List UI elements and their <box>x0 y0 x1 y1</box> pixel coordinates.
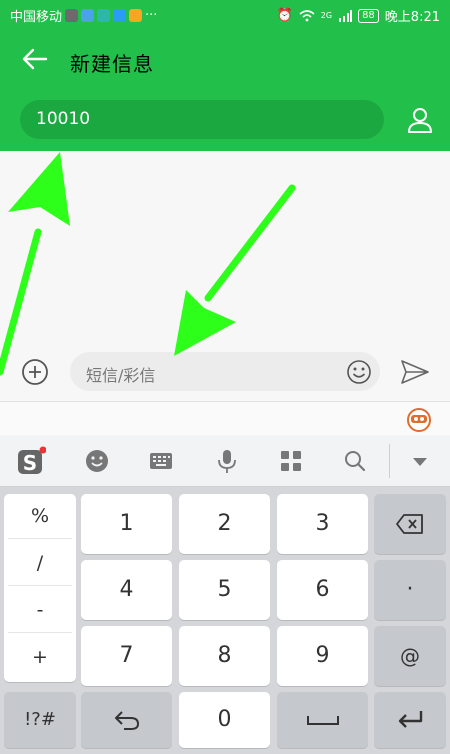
key-minus[interactable]: - <box>8 588 72 633</box>
keyboard-icon[interactable] <box>146 446 176 476</box>
app-icon-3 <box>97 9 111 22</box>
apps-grid-icon[interactable] <box>276 446 306 476</box>
key-plus[interactable]: + <box>8 635 72 679</box>
key-at[interactable]: @ <box>374 626 446 686</box>
back-arrow-icon[interactable] <box>20 44 50 74</box>
svg-text:S: S <box>23 451 37 475</box>
message-placeholder: 短信/彩信 <box>86 366 156 385</box>
enter-key[interactable] <box>374 692 446 748</box>
key-7[interactable]: 7 <box>81 626 172 686</box>
status-bar: 中国移动 ··· ⏰ 2G 88 晚上8:21 <box>0 0 450 28</box>
recipient-value: 10010 <box>36 109 91 129</box>
enter-icon <box>398 711 423 728</box>
key-5[interactable]: 5 <box>179 560 270 620</box>
title-row: 新建信息 <box>0 36 450 86</box>
app-icon-5 <box>129 9 143 22</box>
key-percent[interactable]: % <box>8 494 72 539</box>
send-icon[interactable] <box>400 359 430 385</box>
key-2[interactable]: 2 <box>179 494 270 554</box>
key-0[interactable]: 0 <box>179 692 270 748</box>
wifi-icon <box>299 9 315 21</box>
key-3[interactable]: 3 <box>277 494 368 554</box>
sogou-logo-icon[interactable]: S <box>16 446 46 476</box>
recipient-field[interactable]: 10010 <box>20 100 384 139</box>
ime-candidate-bar <box>0 402 450 435</box>
app-icon-4 <box>113 9 127 22</box>
space-key[interactable] <box>277 692 368 748</box>
symbol-panel: % / - + <box>4 494 76 682</box>
contact-picker-icon[interactable] <box>404 104 436 136</box>
status-time: 晚上8:21 <box>384 10 440 25</box>
key-1[interactable]: 1 <box>81 494 172 554</box>
battery-indicator: 88 <box>358 8 379 23</box>
key-9[interactable]: 9 <box>277 626 368 686</box>
more-notifications: ··· <box>145 8 158 23</box>
ime-mascot-icon[interactable] <box>405 405 433 433</box>
key-slash[interactable]: / <box>8 541 72 586</box>
undo-arrow-icon <box>114 711 139 730</box>
symbols-key[interactable]: !?# <box>4 692 76 748</box>
emoji-face-icon[interactable] <box>82 446 112 476</box>
backspace-key[interactable] <box>374 494 446 554</box>
alarm-icon: ⏰ <box>276 8 293 23</box>
signal-icon <box>339 9 353 22</box>
emoji-icon[interactable] <box>346 359 372 385</box>
network-type-badge: 2G <box>320 11 333 20</box>
status-left: 中国移动 ··· <box>10 6 157 25</box>
add-attachment-icon[interactable] <box>20 357 50 387</box>
app-icon-2 <box>81 9 95 22</box>
search-icon[interactable] <box>340 446 370 476</box>
backspace-icon <box>396 514 423 534</box>
key-8[interactable]: 8 <box>179 626 270 686</box>
page-title: 新建信息 <box>70 52 154 76</box>
key-6[interactable]: 6 <box>277 560 368 620</box>
collapse-keyboard-icon[interactable] <box>405 446 435 476</box>
message-input[interactable]: 短信/彩信 <box>70 352 380 391</box>
space-bar-icon <box>306 716 339 725</box>
key-dot[interactable]: · <box>374 560 446 620</box>
toolbar-divider <box>389 444 390 478</box>
key-4[interactable]: 4 <box>81 560 172 620</box>
status-right: ⏰ 2G 88 晚上8:21 <box>277 6 440 25</box>
app-icon-1 <box>65 9 79 22</box>
microphone-icon[interactable] <box>212 446 242 476</box>
ime-toolbar: S <box>0 436 450 487</box>
carrier-label: 中国移动 <box>10 10 63 25</box>
return-key[interactable] <box>81 692 172 748</box>
